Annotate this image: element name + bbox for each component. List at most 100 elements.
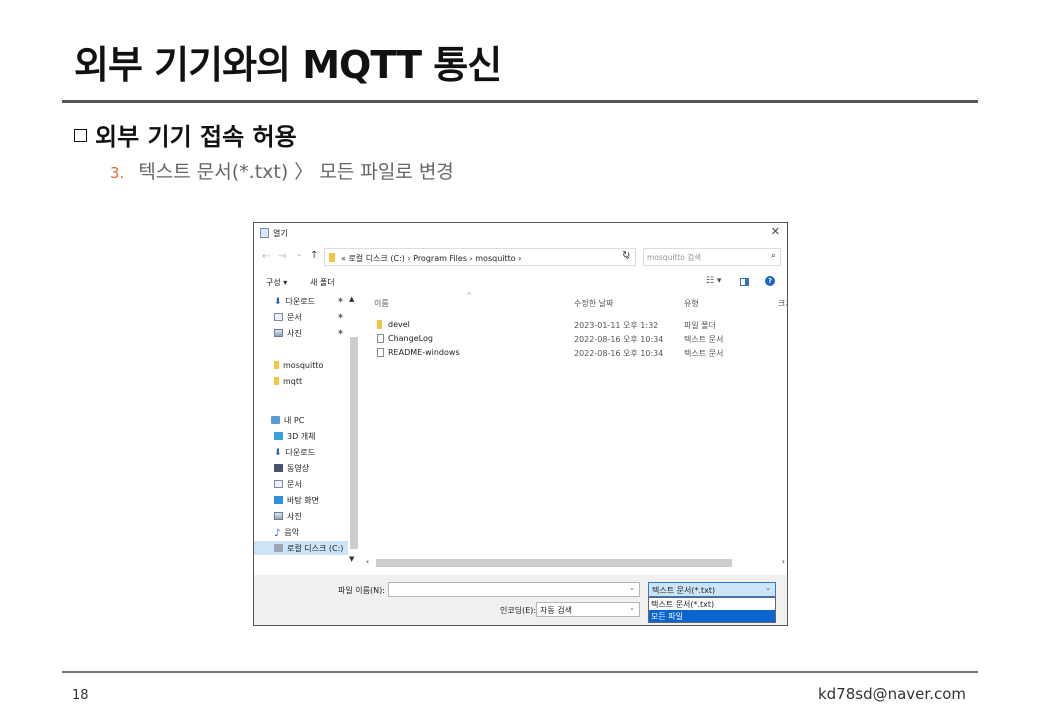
nav-item-label: 바탕 화면 [287, 496, 319, 505]
file-row[interactable]: devel 2023-01-11 오후 1:32 파일 폴더 [362, 318, 787, 331]
nav-item-downloads[interactable]: ⬇ 다운로드 [274, 296, 315, 309]
author-email: kd78sd@naver.com [817, 685, 966, 703]
refresh-icon[interactable]: ↻ [622, 250, 630, 261]
video-icon [274, 464, 283, 472]
scroll-right-icon[interactable]: › [782, 557, 785, 566]
encoding-value: 자동 검색 [540, 606, 572, 615]
nav-item-videos[interactable]: 동영상 [274, 463, 309, 476]
nav-item-mqtt[interactable]: mqtt [274, 377, 302, 390]
scroll-left-icon[interactable]: ‹ [366, 557, 369, 566]
nav-item-label: 동영상 [287, 464, 310, 473]
nav-item-label: 다운로드 [285, 297, 315, 306]
nav-item-label: 3D 개체 [287, 432, 316, 441]
title-divider [62, 100, 978, 103]
new-folder-button[interactable]: 새 폴더 [310, 277, 335, 288]
dialog-bottom-panel: 파일 이름(N): ⌄ 텍스트 문서(*.txt) ⌄ 텍스트 문서(*.txt… [254, 575, 787, 625]
nav-item-label: 음악 [284, 528, 300, 537]
text-file-icon [377, 348, 384, 357]
close-icon[interactable]: ✕ [771, 225, 780, 238]
file-row[interactable]: README-windows 2022-08-16 오후 10:34 텍스트 문… [362, 346, 787, 359]
filetype-dropdown-list: 텍스트 문서(*.txt) 모든 파일 [648, 597, 776, 623]
filetype-selected: 텍스트 문서(*.txt) [652, 586, 716, 595]
scrollbar-thumb[interactable] [376, 559, 732, 567]
nav-item-this-pc[interactable]: 내 PC [271, 415, 304, 428]
recent-locations-icon[interactable]: ⌄ [296, 249, 303, 258]
chevron-down-icon[interactable]: ⌄ [629, 604, 635, 612]
folder-icon [329, 253, 335, 262]
file-name: devel [388, 320, 410, 329]
nav-item-label: 다운로드 [285, 448, 315, 457]
chevron-down-icon[interactable]: ⌄ [629, 584, 635, 592]
computer-icon [271, 416, 280, 424]
section-heading: 외부 기기 접속 허용 [74, 117, 297, 152]
file-row[interactable]: ChangeLog 2022-08-16 오후 10:34 텍스트 문서 [362, 332, 787, 345]
nav-item-desktop[interactable]: 바탕 화면 [274, 495, 319, 508]
nav-item-pictures-pc[interactable]: 사진 [274, 511, 302, 524]
nav-item-local-disk[interactable]: 로컬 디스크 (C:) [274, 543, 343, 556]
navigation-pane: ⬇ 다운로드 ✱ 문서 ✱ 사진 ✱ mosquitto mqtt 내 PC 3D… [254, 293, 360, 565]
file-date: 2022-08-16 오후 10:34 [574, 335, 664, 344]
nav-item-label: 문서 [287, 313, 302, 322]
nav-item-label: mosquitto [283, 361, 324, 370]
file-name: ChangeLog [388, 334, 433, 343]
filetype-select[interactable]: 텍스트 문서(*.txt) ⌄ [648, 582, 776, 597]
horizontal-scrollbar[interactable]: ‹ › [362, 557, 787, 569]
nav-item-documents-pc[interactable]: 문서 [274, 479, 302, 492]
navigation-bar: ← → ⌄ ↑ « 로컬 디스크 (C:) › Program Files › … [254, 247, 787, 269]
address-path[interactable]: « 로컬 디스크 (C:) › Program Files › mosquitt… [341, 253, 521, 264]
nav-item-3d-objects[interactable]: 3D 개체 [274, 431, 316, 444]
file-type: 텍스트 문서 [684, 349, 724, 358]
view-options-icon[interactable]: ☷ ▾ [706, 276, 721, 286]
music-icon: ♪ [274, 528, 281, 539]
pin-icon: ✱ [338, 329, 344, 336]
step-text: 텍스트 문서(*.txt) 〉 모든 파일로 변경 [138, 161, 454, 183]
filename-combobox[interactable]: ⌄ [388, 582, 640, 597]
folder-icon [274, 377, 279, 385]
document-icon [274, 480, 283, 488]
forward-icon[interactable]: → [278, 251, 286, 262]
dialog-title: 열기 [273, 229, 288, 238]
command-bar: 구성 ▾ 새 폴더 ☷ ▾ ? [254, 273, 787, 291]
encoding-select[interactable]: 자동 검색 ⌄ [536, 602, 640, 617]
slide-title: 외부 기기와의 MQTT 통신 [74, 43, 502, 87]
preview-pane-icon[interactable] [740, 278, 749, 286]
nav-item-mosquitto[interactable]: mosquitto [274, 361, 323, 374]
folder-icon [274, 361, 279, 369]
nav-item-pictures[interactable]: 사진 [274, 328, 302, 341]
open-file-dialog: 열기 ✕ ← → ⌄ ↑ « 로컬 디스크 (C:) › Program Fil… [253, 222, 788, 626]
filetype-option-all-files[interactable]: 모든 파일 [649, 610, 775, 622]
filetype-option-txt[interactable]: 텍스트 문서(*.txt) [649, 598, 775, 610]
sort-caret-icon: ^ [466, 292, 472, 300]
file-date: 2022-08-16 오후 10:34 [574, 349, 664, 358]
address-bar[interactable]: « 로컬 디스크 (C:) › Program Files › mosquitt… [324, 248, 636, 266]
3d-objects-icon [274, 432, 283, 440]
nav-item-label: 문서 [287, 480, 302, 489]
organize-button[interactable]: 구성 ▾ [266, 277, 287, 288]
file-name: README-windows [388, 348, 460, 357]
chevron-down-icon[interactable]: ⌄ [765, 584, 771, 592]
search-icon[interactable]: ⌕ [771, 251, 776, 261]
scroll-up-icon[interactable]: ▲ [349, 295, 354, 303]
nav-item-music[interactable]: ♪ 음악 [274, 527, 299, 540]
scrollbar-thumb[interactable] [350, 337, 358, 549]
drive-icon [274, 544, 283, 552]
column-header-size[interactable]: 크기 [778, 298, 787, 309]
filename-input[interactable] [389, 583, 619, 596]
search-box[interactable]: ⌕ [643, 248, 781, 266]
column-header-name[interactable]: 이름 [374, 298, 389, 309]
column-header-date[interactable]: 수정한 날짜 [574, 298, 613, 309]
nav-item-documents[interactable]: 문서 [274, 312, 302, 325]
square-bullet-icon [74, 129, 87, 142]
step-number: 3. [110, 164, 125, 182]
search-input[interactable] [647, 251, 757, 263]
back-icon[interactable]: ← [262, 251, 270, 262]
column-header-type[interactable]: 유형 [684, 298, 699, 309]
nav-item-label: 사진 [287, 329, 302, 338]
encoding-label: 인코딩(E): [500, 606, 537, 615]
nav-item-downloads-pc[interactable]: ⬇ 다운로드 [274, 447, 315, 460]
up-icon[interactable]: ↑ [310, 250, 318, 261]
section-heading-text: 외부 기기 접속 허용 [95, 123, 297, 151]
navigation-scrollbar[interactable]: ▲ ▼ [348, 293, 360, 565]
scroll-down-icon[interactable]: ▼ [349, 555, 354, 563]
help-icon[interactable]: ? [765, 276, 775, 286]
